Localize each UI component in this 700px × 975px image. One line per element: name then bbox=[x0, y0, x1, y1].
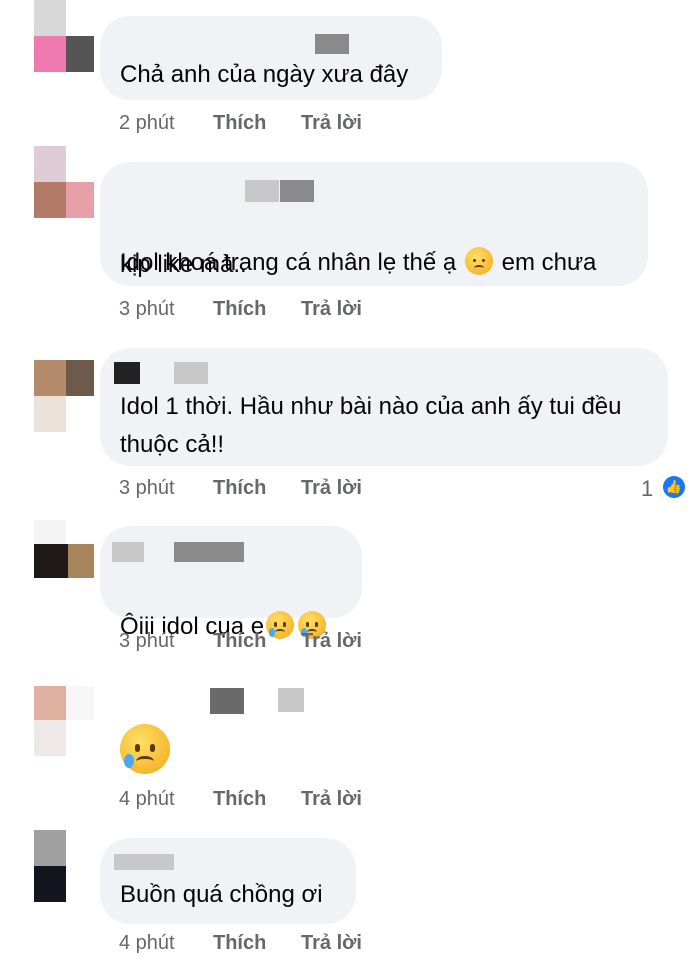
thumbs-up-icon[interactable]: 👍 bbox=[663, 476, 685, 498]
comment-text: Chả anh của ngày xưa đây bbox=[120, 61, 409, 88]
avatar[interactable] bbox=[34, 360, 94, 432]
sad-sweat-face-icon bbox=[120, 724, 170, 774]
reaction-count[interactable]: 1 bbox=[641, 476, 653, 502]
reply-button[interactable]: Trả lời bbox=[301, 932, 362, 955]
avatar[interactable] bbox=[34, 146, 94, 218]
comment-bubble: Chả anh của ngày xưa đây bbox=[100, 16, 442, 100]
reply-button[interactable]: Trả lời bbox=[301, 112, 362, 135]
like-button[interactable]: Thích bbox=[213, 112, 266, 135]
comment-bubble: Ôiii idol cụa e bbox=[100, 526, 362, 640]
comment-time[interactable]: 3 phút bbox=[119, 630, 175, 653]
comment-time[interactable]: 3 phút bbox=[119, 477, 175, 500]
comment-bubble: Idol khoá trang cá nhân lẹ thế ạ em chưa… bbox=[100, 162, 648, 286]
avatar[interactable] bbox=[34, 830, 94, 902]
redacted-author-name[interactable] bbox=[280, 180, 314, 202]
comment-bubble: Buồn quá chồng ơi bbox=[100, 838, 356, 924]
like-button[interactable]: Thích bbox=[213, 630, 266, 653]
like-button[interactable]: Thích bbox=[213, 298, 266, 321]
like-button[interactable]: Thích bbox=[213, 477, 266, 500]
redacted-author-name[interactable] bbox=[245, 180, 279, 202]
reply-button[interactable]: Trả lời bbox=[301, 477, 362, 500]
crying-face-icon bbox=[266, 611, 295, 639]
like-button[interactable]: Thích bbox=[213, 788, 266, 811]
reply-button[interactable]: Trả lời bbox=[301, 788, 362, 811]
reply-button[interactable]: Trả lời bbox=[301, 630, 362, 653]
comment-time[interactable]: 2 phút bbox=[119, 112, 175, 135]
avatar[interactable] bbox=[34, 520, 94, 592]
avatar[interactable] bbox=[34, 0, 94, 72]
reply-button[interactable]: Trả lời bbox=[301, 298, 362, 321]
comment-text-part: em chưa bbox=[494, 249, 597, 276]
redacted-author-name[interactable] bbox=[114, 854, 174, 870]
comment-time[interactable]: 4 phút bbox=[119, 788, 175, 811]
comment-text: Buồn quá chồng ơi bbox=[120, 881, 323, 908]
comment-time[interactable]: 3 phút bbox=[119, 298, 175, 321]
redacted-author-name[interactable] bbox=[278, 688, 304, 712]
comment-bubble: Idol 1 thời. Hầu như bài nào của anh ấy … bbox=[100, 348, 668, 466]
comment-text: Idol 1 thời. Hầu như bài nào của anh ấy … bbox=[120, 393, 622, 458]
redacted-author-name[interactable] bbox=[210, 688, 244, 714]
redacted-author-name[interactable] bbox=[174, 542, 244, 562]
comment-time[interactable]: 4 phút bbox=[119, 932, 175, 955]
like-button[interactable]: Thích bbox=[213, 932, 266, 955]
avatar[interactable] bbox=[34, 686, 94, 758]
redacted-author-name[interactable] bbox=[315, 34, 349, 54]
redacted-author-name[interactable] bbox=[174, 362, 208, 384]
comment-text: kịp like mà.. bbox=[120, 251, 247, 278]
redacted-author-name[interactable] bbox=[114, 362, 140, 384]
redacted-author-name[interactable] bbox=[112, 542, 144, 562]
disappointed-face-icon bbox=[464, 247, 493, 275]
